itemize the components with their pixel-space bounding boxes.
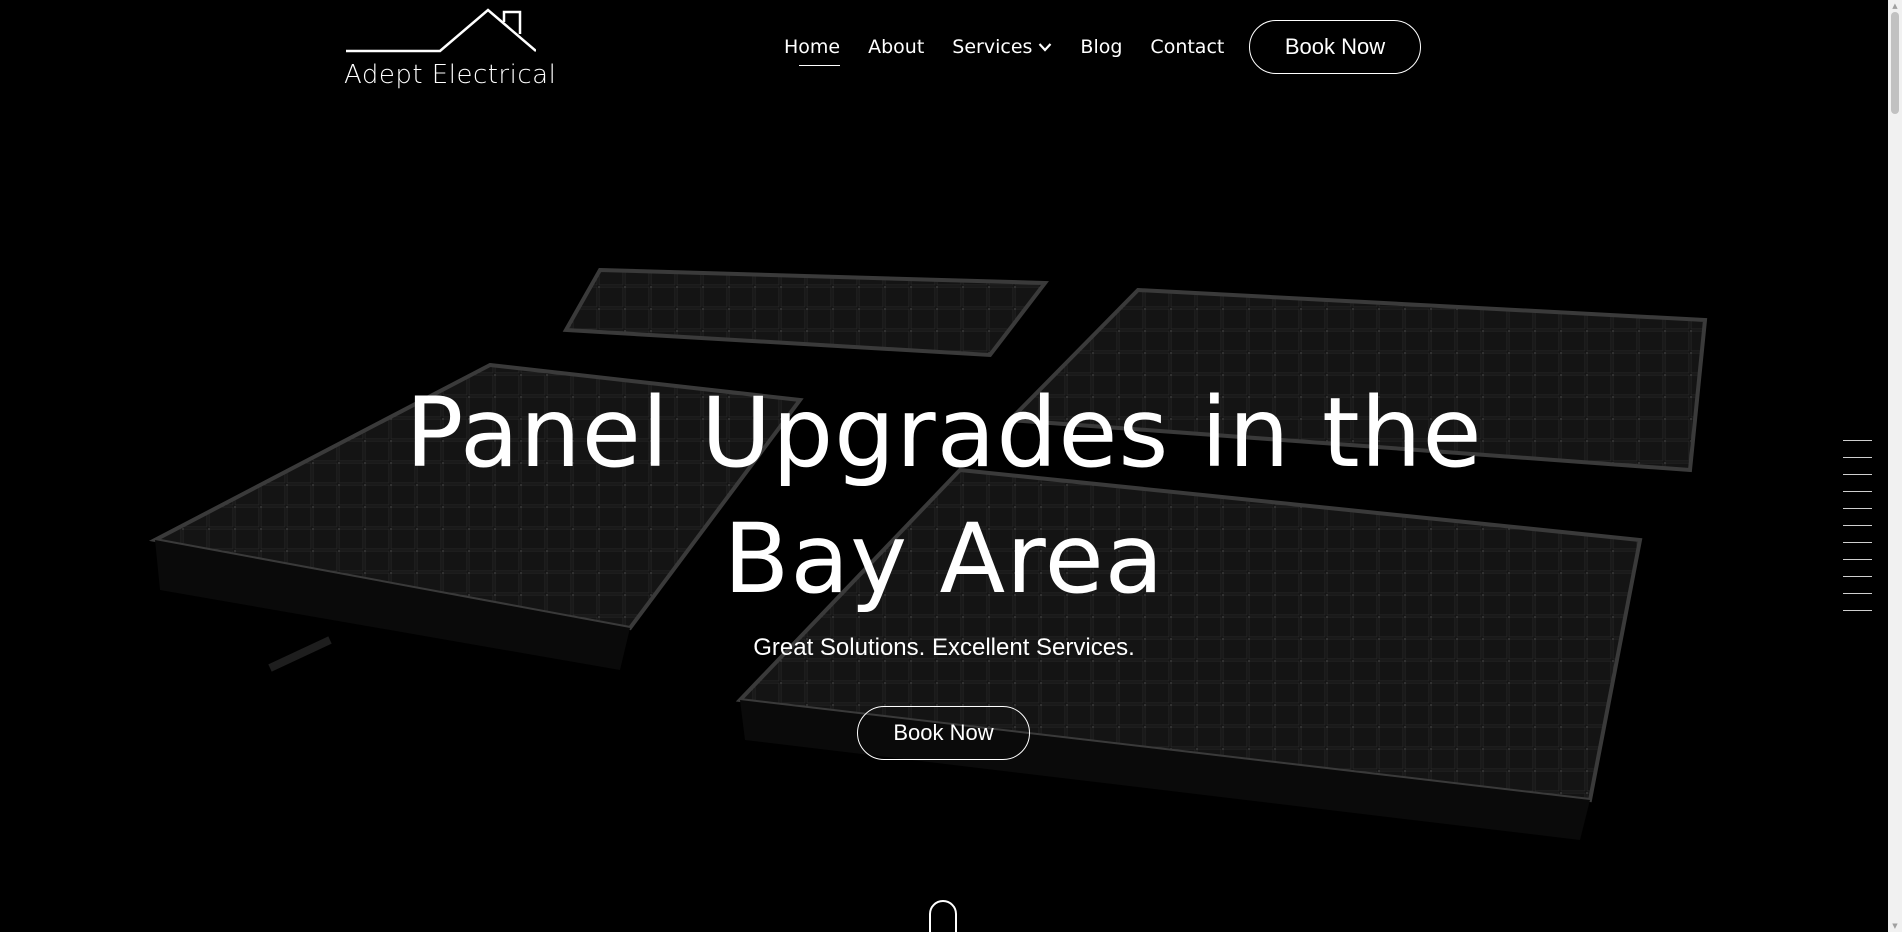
side-nav-line[interactable] [1843,525,1872,526]
nav-item-label: Services [952,36,1033,58]
scroll-down-indicator[interactable] [929,900,957,932]
brand-logo[interactable]: Adept Electrical [344,8,556,90]
scrollbar-thumb[interactable] [1891,12,1899,114]
header-book-now-button[interactable]: Book Now [1249,20,1421,74]
nav-item-blog[interactable]: Blog [1080,36,1122,58]
side-nav-line[interactable] [1843,610,1872,611]
nav-item-label: About [868,36,925,58]
nav-item-home[interactable]: Home [784,36,841,66]
nav-item-services[interactable]: Services [952,36,1052,58]
side-nav-line[interactable] [1843,491,1872,492]
side-nav-line[interactable] [1843,440,1872,441]
nav-item-label: Blog [1080,36,1123,58]
nav-item-contact[interactable]: Contact [1150,36,1224,58]
hero-title: Panel Upgrades in the Bay Area [405,377,1483,615]
page: Adept Electrical Home About Services Blo… [0,0,1902,932]
brand-name: Adept Electrical [344,60,557,90]
side-nav-line[interactable] [1843,474,1872,475]
page-scrollbar[interactable]: ▲ ▼ [1888,0,1902,932]
nav-item-label: Home [784,36,841,58]
side-nav-line[interactable] [1843,593,1872,594]
side-nav-line[interactable] [1843,559,1872,560]
side-nav-line[interactable] [1843,508,1872,509]
side-nav-line[interactable] [1843,542,1872,543]
hero-book-now-button[interactable]: Book Now [857,706,1030,760]
side-nav-line[interactable] [1843,457,1872,458]
side-nav-line[interactable] [1843,576,1872,577]
hero-subtitle: Great Solutions. Excellent Services. [753,634,1135,661]
site-header: Adept Electrical Home About Services Blo… [0,0,1888,96]
chevron-down-icon [1039,43,1052,52]
side-section-nav [1843,440,1873,627]
scroll-up-arrow-icon[interactable]: ▲ [1891,2,1899,10]
nav-item-about[interactable]: About [868,36,924,58]
house-roof-icon [346,8,536,53]
nav-item-label: Contact [1150,36,1225,58]
main-nav: Home About Services Blog Contact [784,36,1252,66]
scroll-down-arrow-icon[interactable]: ▼ [1891,922,1899,930]
